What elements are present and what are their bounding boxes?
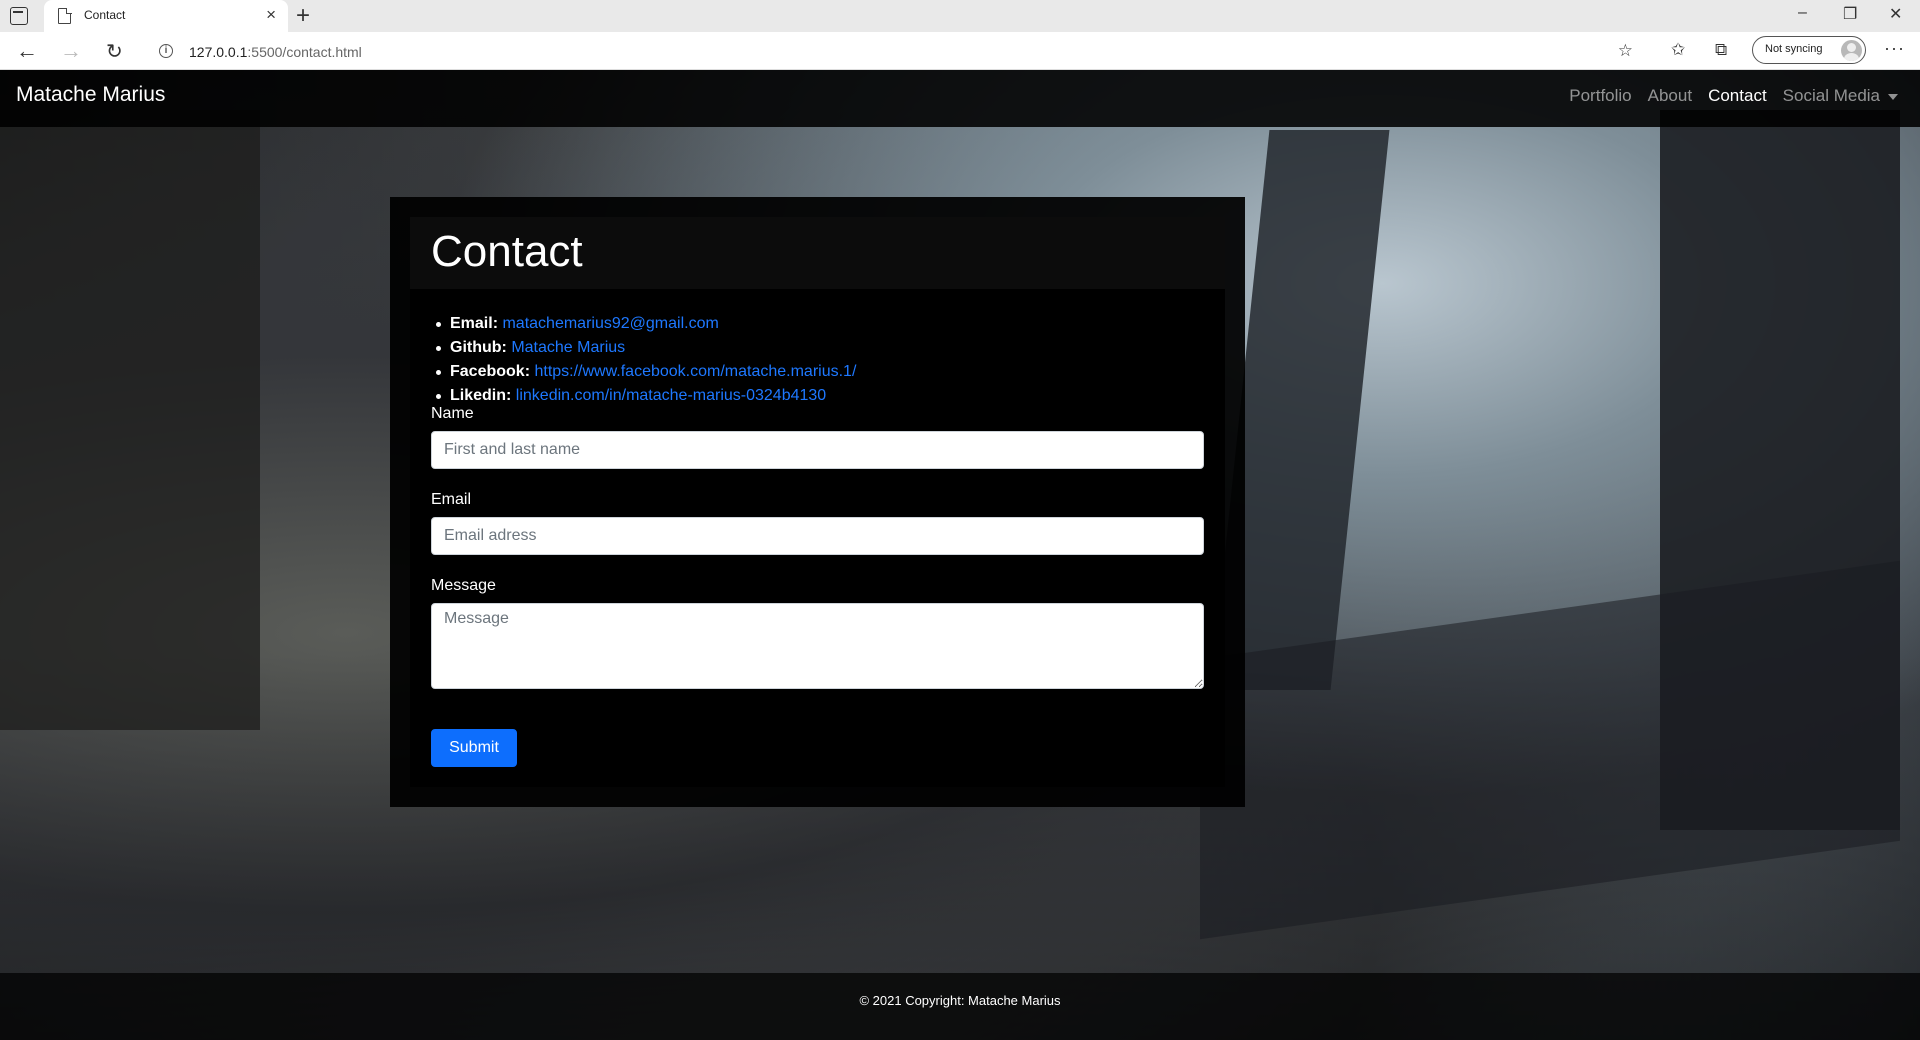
profile-sync-button[interactable]: Not syncing (1752, 36, 1866, 64)
back-icon[interactable]: ← (16, 38, 38, 64)
avatar (1841, 40, 1862, 61)
site-footer: © 2021 Copyright: Matache Marius (0, 973, 1920, 1040)
message-textarea[interactable] (431, 603, 1204, 689)
restore-icon[interactable]: ❐ (1843, 4, 1857, 24)
nav-link-about[interactable]: About (1648, 86, 1692, 106)
email-label: Email (431, 491, 472, 508)
contact-info-list: Email: matachemarius92@gmail.com Github:… (435, 312, 856, 408)
nav-link-contact[interactable]: Contact (1708, 86, 1767, 106)
page-title: Contact (431, 227, 583, 276)
footer-copyright: © 2021 Copyright: Matache Marius (859, 993, 1061, 1008)
sync-status: Not syncing (1765, 43, 1823, 55)
new-tab-button[interactable]: + (296, 2, 310, 30)
minimize-icon[interactable]: – (1798, 4, 1807, 22)
card-header: Contact (410, 217, 1225, 289)
browser-tab-contact[interactable]: Contact × (44, 0, 288, 32)
collections-icon[interactable]: ⧉ (1715, 40, 1727, 60)
page-background: Matache Marius Portfolio About Contact S… (0, 70, 1920, 1040)
message-label: Message (431, 577, 496, 594)
facebook-link[interactable]: https://www.facebook.com/matache.marius.… (534, 363, 856, 380)
nav-link-social-media[interactable]: Social Media (1783, 86, 1898, 106)
site-brand[interactable]: Matache Marius (16, 83, 165, 107)
nav-links: Portfolio About Contact Social Media (1569, 86, 1898, 106)
browser-toolbar: ← → ↻ i 127.0.0.1:5500/contact.html ☆ ✩ … (0, 32, 1920, 70)
url-text: 127.0.0.1:5500/contact.html (189, 44, 362, 60)
address-bar[interactable]: i 127.0.0.1:5500/contact.html ☆ (145, 35, 1645, 67)
list-item: Likedin: linkedin.com/in/matache-marius-… (435, 384, 856, 408)
email-link[interactable]: matachemarius92@gmail.com (502, 315, 718, 332)
close-window-icon[interactable]: ✕ (1889, 4, 1902, 24)
forward-icon[interactable]: → (60, 38, 82, 64)
contact-card-body: Contact Email: matachemarius92@gmail.com… (410, 217, 1225, 787)
name-label: Name (431, 405, 474, 422)
github-link[interactable]: Matache Marius (511, 339, 625, 356)
page-icon (58, 7, 72, 24)
contact-label: Facebook: (450, 363, 531, 380)
favorites-icon[interactable]: ✩ (1671, 40, 1685, 60)
tab-actions-icon[interactable] (10, 7, 28, 25)
close-tab-icon[interactable]: × (266, 5, 276, 25)
submit-button[interactable]: Submit (431, 729, 517, 767)
site-navbar: Matache Marius Portfolio About Contact S… (0, 70, 1920, 127)
list-item: Github: Matache Marius (435, 336, 856, 360)
linkedin-link[interactable]: linkedin.com/in/matache-marius-0324b4130 (516, 387, 826, 404)
ruin-wall (0, 110, 260, 730)
list-item: Email: matachemarius92@gmail.com (435, 312, 856, 336)
email-input[interactable] (431, 517, 1204, 555)
nav-link-portfolio[interactable]: Portfolio (1569, 86, 1631, 106)
refresh-icon[interactable]: ↻ (106, 39, 123, 64)
contact-label: Github: (450, 339, 507, 356)
add-favorite-icon[interactable]: ☆ (1618, 41, 1633, 61)
dropdown-caret-icon (1888, 93, 1898, 100)
tab-title: Contact (84, 8, 126, 22)
browser-tab-strip: Contact × + – ❐ ✕ (0, 0, 1920, 32)
contact-label: Email: (450, 315, 499, 332)
info-icon[interactable]: i (159, 44, 173, 58)
list-item: Facebook: https://www.facebook.com/matac… (435, 360, 856, 384)
more-icon[interactable]: ··· (1884, 38, 1905, 59)
contact-card: Contact Email: matachemarius92@gmail.com… (390, 197, 1245, 807)
contact-label: Likedin: (450, 387, 512, 404)
name-input[interactable] (431, 431, 1204, 469)
